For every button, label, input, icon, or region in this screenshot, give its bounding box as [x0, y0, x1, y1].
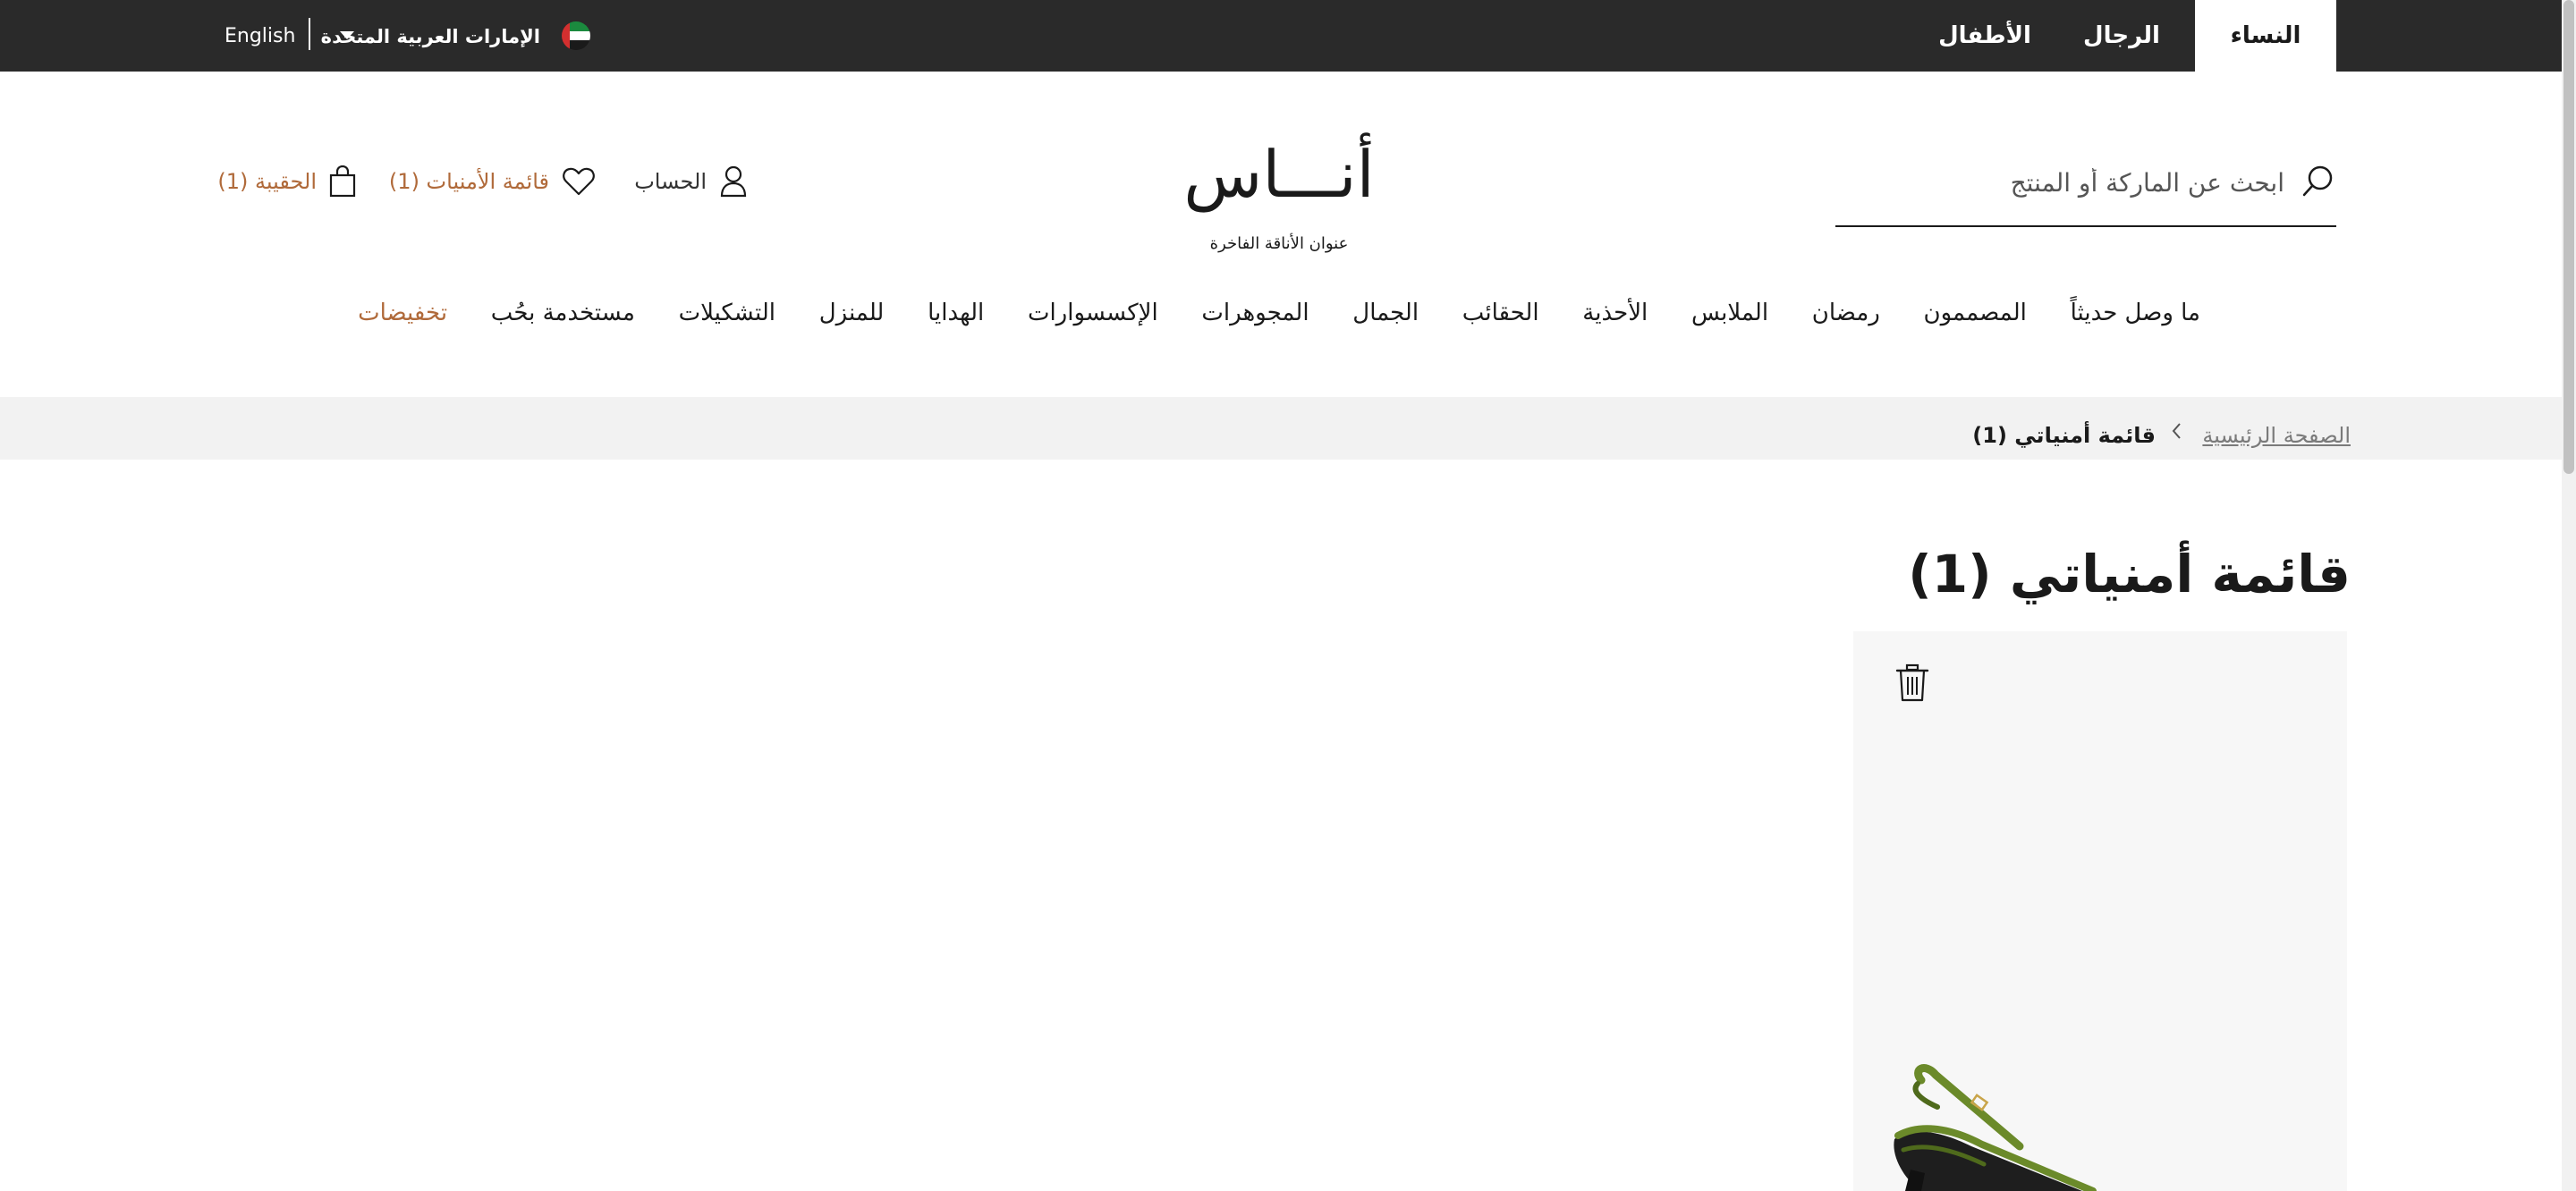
nav-item-accessories[interactable]: الإكسسوارات	[1028, 300, 1158, 326]
breadcrumb-home-link[interactable]: الصفحة الرئيسية	[2202, 420, 2351, 451]
account-link[interactable]: الحساب	[634, 161, 748, 202]
nav-item-jewelry[interactable]: المجوهرات	[1201, 300, 1309, 326]
user-icon	[720, 165, 747, 198]
account-label: الحساب	[634, 169, 707, 194]
nav-item-clothing[interactable]: الملابس	[1691, 300, 1768, 326]
nav-item-collections[interactable]: التشكيلات	[679, 300, 775, 326]
tab-kids[interactable]: الأطفال	[1927, 0, 2043, 72]
nav-item-preloved[interactable]: مستخدمة بحُب	[491, 300, 635, 326]
shopping-bag-icon	[329, 165, 356, 198]
main-nav: ما وصل حديثاً المصممون رمضان الملابس الأ…	[358, 293, 2200, 333]
search-bar[interactable]	[1835, 152, 2336, 227]
nav-item-bags[interactable]: الحقائب	[1462, 300, 1539, 326]
nav-item-new-in[interactable]: ما وصل حديثاً	[2071, 300, 2200, 326]
nav-item-shoes[interactable]: الأحذية	[1582, 300, 1648, 326]
chevron-down-icon[interactable]	[340, 31, 354, 39]
nav-item-ramadan[interactable]: رمضان	[1812, 300, 1880, 326]
search-input[interactable]	[1857, 165, 2286, 200]
wishlist-label: قائمة الأمنيات (1)	[388, 169, 549, 194]
brand-tagline: عنوان الأناقة الفاخرة	[1209, 234, 1349, 253]
search-icon[interactable]	[2301, 163, 2336, 198]
tab-women[interactable]: النساء	[2195, 0, 2336, 72]
nav-item-beauty[interactable]: الجمال	[1352, 300, 1419, 326]
uae-flag-icon[interactable]	[562, 21, 590, 50]
chevron-left-icon	[2172, 423, 2181, 439]
brand-logo[interactable]: أنـــاس	[1172, 134, 1386, 215]
scrollbar-thumb[interactable]	[2563, 0, 2574, 474]
wishlist-link[interactable]: قائمة الأمنيات (1)	[389, 161, 596, 202]
language-switch[interactable]: English	[225, 21, 295, 52]
bag-label: الحقيبة (1)	[217, 169, 317, 194]
divider	[309, 18, 310, 50]
trash-icon[interactable]	[1894, 663, 1930, 703]
heart-icon	[563, 167, 595, 196]
nav-item-sale[interactable]: تخفيضات	[358, 300, 447, 326]
nav-item-home[interactable]: للمنزل	[819, 300, 885, 326]
nav-item-designers[interactable]: المصممون	[1924, 300, 2027, 326]
bag-link[interactable]: الحقيبة (1)	[217, 161, 356, 202]
product-image-shoe[interactable]	[1885, 1064, 2154, 1191]
nav-item-gifts[interactable]: الهدايا	[928, 300, 984, 326]
tab-men[interactable]: الرجال	[2072, 0, 2172, 72]
page-title: قائمة أمنياتي (1)	[1908, 544, 2351, 604]
breadcrumb-current: قائمة أمنياتي (1)	[1972, 423, 2156, 448]
country-selector[interactable]: الإمارات العربية المتحدة	[321, 21, 540, 52]
